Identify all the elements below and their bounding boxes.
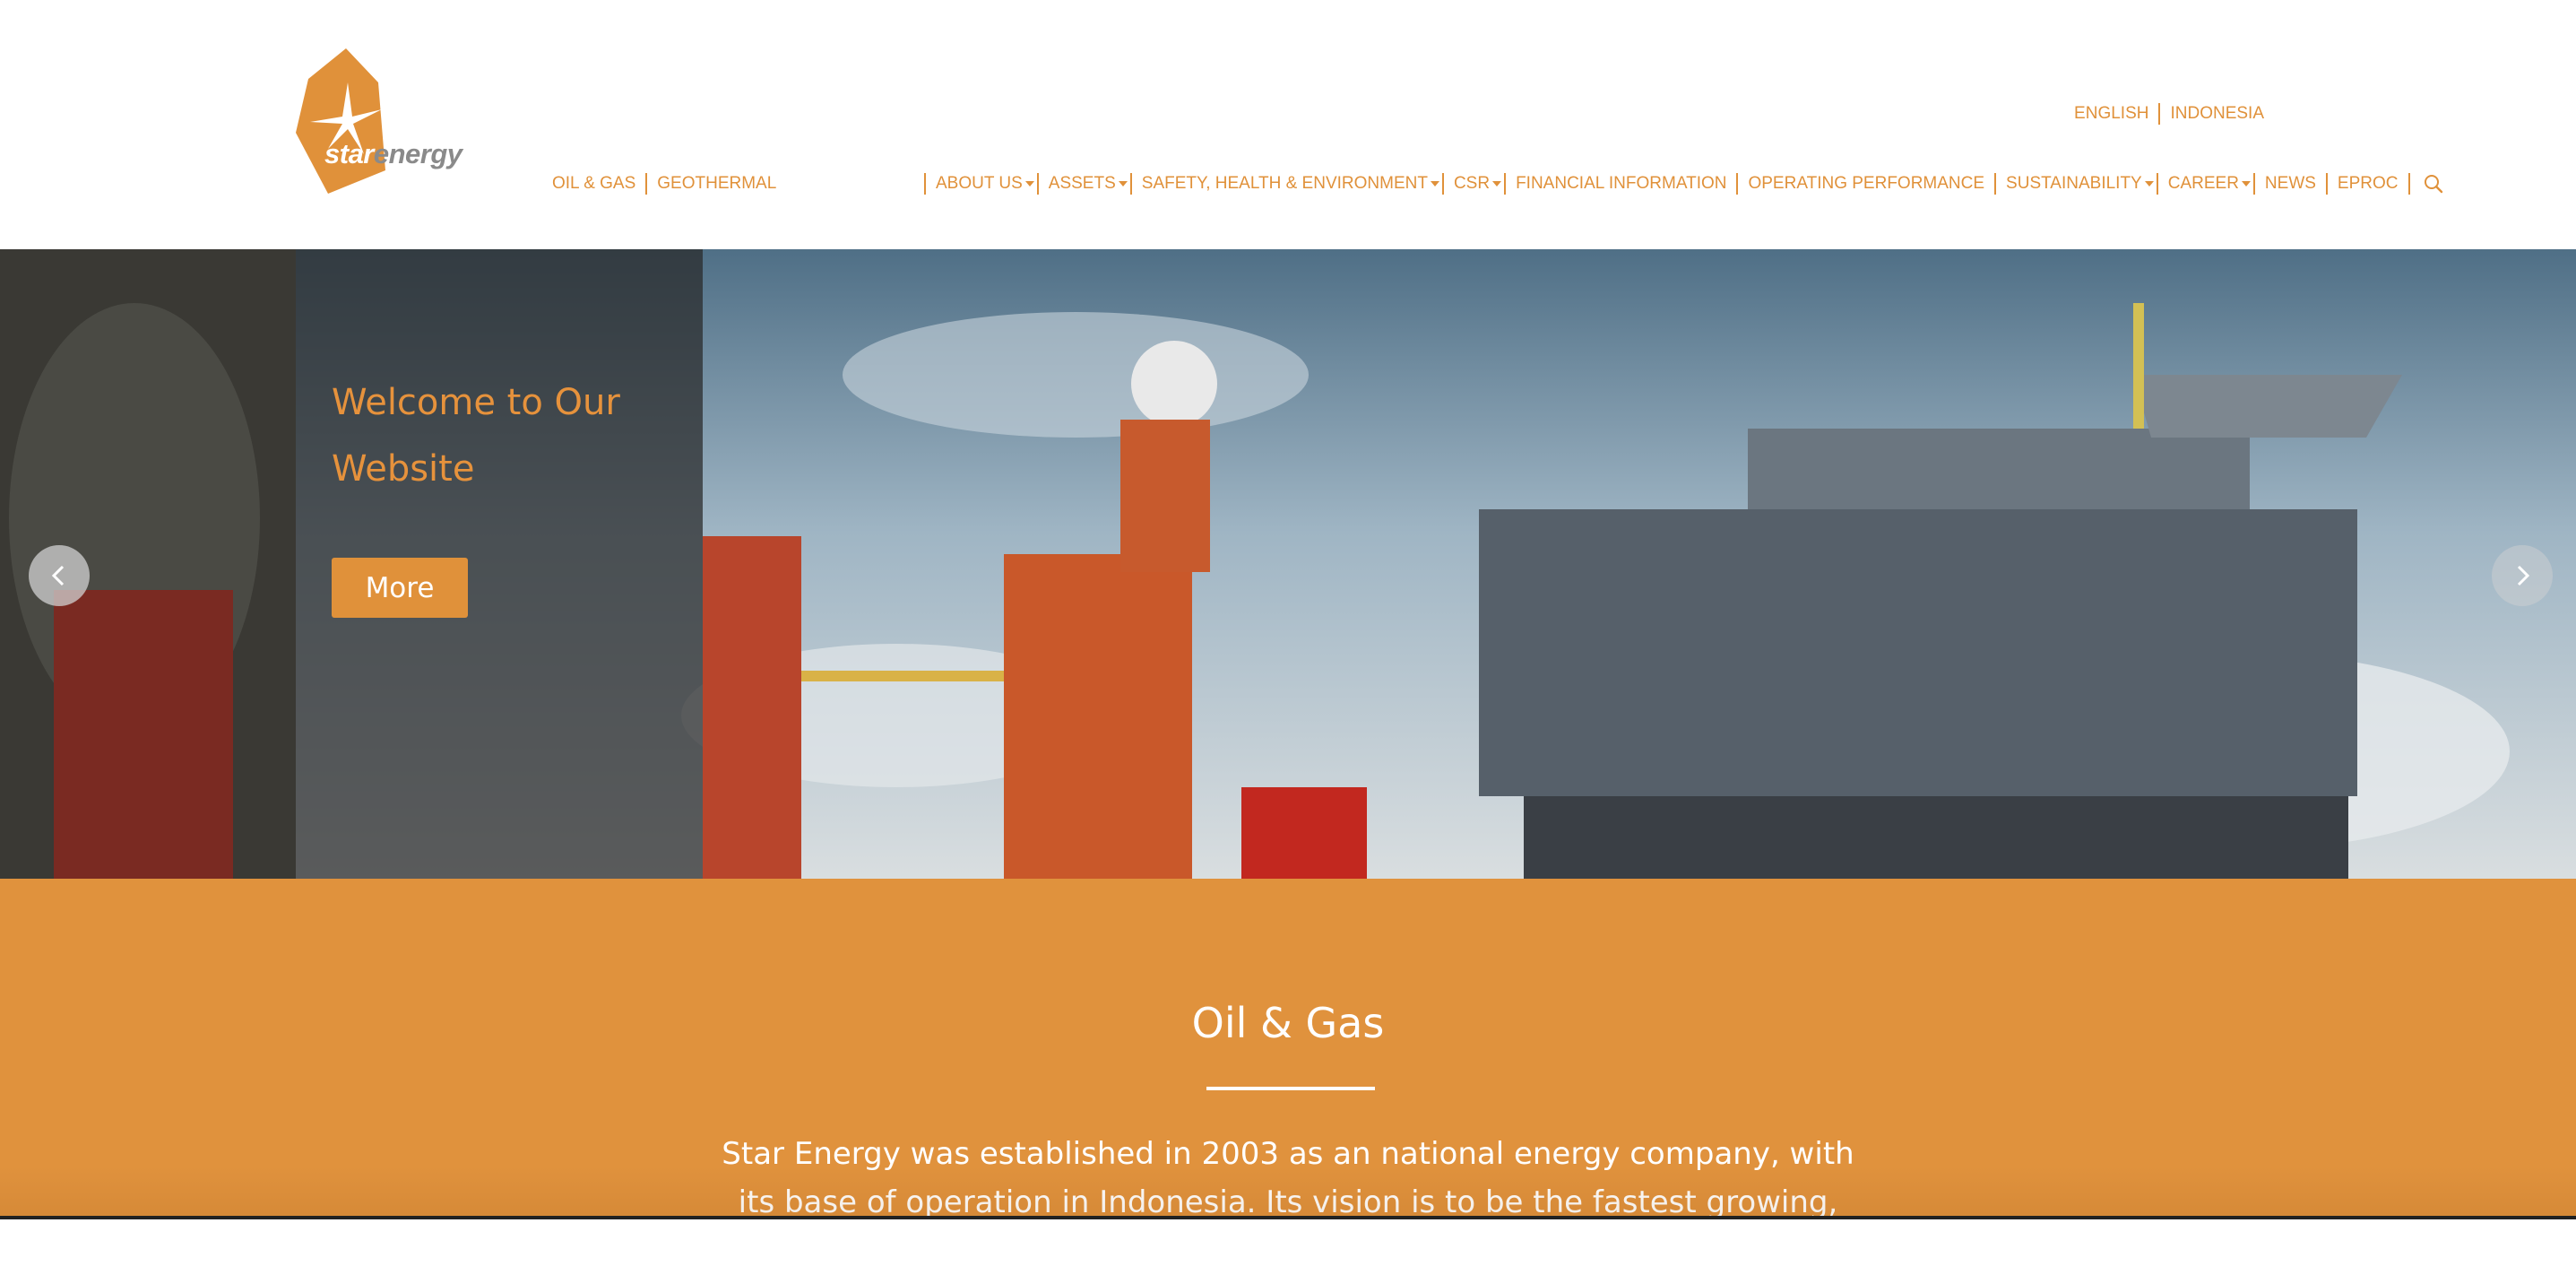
nav-item-label[interactable]: CAREER [2168,174,2239,194]
divider [1736,173,1739,195]
nav-item-label[interactable]: SAFETY, HEALTH & ENVIRONMENT [1142,174,1428,194]
language-indonesia-link[interactable]: INDONESIA [2170,104,2264,124]
nav-item-label[interactable]: CSR [1454,174,1490,194]
caret-down-icon [1118,181,1128,186]
divider [1441,173,1444,195]
hero-title: Welcome to Our Website [332,382,620,490]
nav-item-eproc[interactable]: EPROC [2338,174,2399,194]
caret-down-icon [1430,181,1439,186]
star-energy-logo[interactable] [292,47,480,195]
divider [924,173,926,195]
subnav-geothermal[interactable]: GEOTHERMAL [657,174,776,194]
nav-item-news[interactable]: NEWS [2265,174,2316,194]
caret-down-icon [1492,181,1502,186]
logo-wordmark: starenergy [324,138,462,169]
chevron-left-icon [51,565,65,586]
nav-item-label[interactable]: SUSTAINABILITY [2006,174,2142,194]
divider [2325,173,2328,195]
divider [2158,103,2161,125]
bottom-shadow [0,1166,2576,1219]
divider [1036,173,1039,195]
caret-down-icon [1024,181,1034,186]
business-subnav: OIL & GAS GEOTHERMAL [552,173,776,195]
subnav-oil-gas[interactable]: OIL & GAS [552,174,635,194]
language-switcher: ENGLISH INDONESIA [2074,103,2264,125]
nav-item-label[interactable]: FINANCIAL INFORMATION [1516,174,1726,194]
caret-down-icon [2144,181,2154,186]
language-english-link[interactable]: ENGLISH [2074,104,2148,124]
nav-item-label[interactable]: ABOUT US [936,174,1023,194]
nav-item-about-us[interactable]: ABOUT US [936,174,1035,194]
nav-item-financial-information[interactable]: FINANCIAL INFORMATION [1516,174,1726,194]
nav-item-safety-health-environment[interactable]: SAFETY, HEALTH & ENVIRONMENT [1142,174,1440,194]
hero-slider: Welcome to Our Website More [0,249,2576,879]
nav-item-label[interactable]: EPROC [2338,174,2399,194]
divider [2252,173,2255,195]
section-divider [1206,1087,1375,1090]
divider [1504,173,1507,195]
more-button[interactable]: More [332,558,468,618]
divider [1129,173,1132,195]
nav-item-label[interactable]: ASSETS [1049,174,1116,194]
slider-next-button[interactable] [2492,545,2553,606]
nav-item-label[interactable]: OPERATING PERFORMANCE [1748,174,1984,194]
divider [2156,173,2158,195]
nav-item-csr[interactable]: CSR [1454,174,1502,194]
search-icon[interactable] [2424,174,2443,194]
nav-item-assets[interactable]: ASSETS [1049,174,1128,194]
bottom-border [0,1216,2576,1219]
divider [2407,173,2410,195]
nav-item-career[interactable]: CAREER [2168,174,2252,194]
divider [645,173,648,195]
nav-item-label[interactable]: NEWS [2265,174,2316,194]
nav-item-operating-performance[interactable]: OPERATING PERFORMANCE [1748,174,1984,194]
nav-item-sustainability[interactable]: SUSTAINABILITY [2006,174,2155,194]
site-header: starenergy ENGLISH INDONESIA OIL & GAS G… [0,0,2576,249]
slider-prev-button[interactable] [29,545,90,606]
section-title: Oil & Gas [1191,999,1385,1047]
divider [1994,173,1997,195]
main-navigation: ABOUT US ASSETS SAFETY, HEALTH & ENVIRON… [914,173,2443,195]
caret-down-icon [2241,181,2251,186]
chevron-right-icon [2517,565,2530,586]
